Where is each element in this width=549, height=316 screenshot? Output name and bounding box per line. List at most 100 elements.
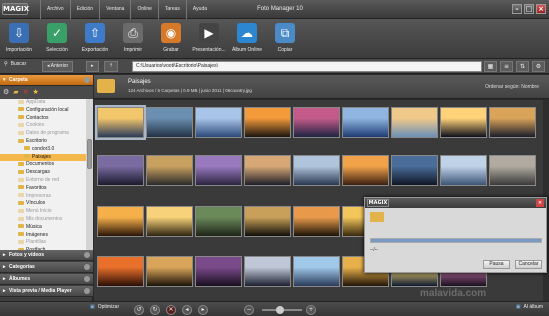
tree-item[interactable]: Datos de programa [0, 130, 86, 138]
rotate-left-icon[interactable]: ↺ [134, 305, 144, 315]
forward-button[interactable]: ▸ [86, 61, 99, 72]
photo-thumbnail[interactable] [146, 256, 193, 287]
tree-scrollbar[interactable] [86, 99, 93, 250]
path-field[interactable]: C:\Usuarios\vooti\Escritorio\Paisajes\ [132, 61, 482, 72]
pin-icon[interactable] [84, 252, 90, 258]
settings-icon[interactable]: ⚙ [532, 61, 545, 72]
tree-scroll-thumb[interactable] [87, 139, 92, 169]
rotate-right-icon[interactable]: ↻ [150, 305, 160, 315]
zoom-in-icon[interactable]: + [306, 305, 316, 315]
photo-thumbnail[interactable] [244, 256, 291, 287]
zoom-slider-knob[interactable] [276, 306, 284, 314]
menu-archivo[interactable]: Archivo [40, 0, 70, 19]
tree-item[interactable]: Favoritos [0, 185, 86, 193]
tree-item[interactable]: Mis documentos [0, 216, 86, 224]
photo-thumbnail[interactable] [244, 155, 291, 186]
pin-icon[interactable] [84, 276, 90, 282]
photo-thumbnail[interactable] [489, 155, 536, 186]
cancel-button[interactable]: Cancelar [515, 260, 542, 269]
close-button[interactable]: × [536, 4, 546, 14]
dialog-close-button[interactable]: × [536, 199, 544, 207]
toolbar-selection-button[interactable]: ✓ Selección [40, 19, 74, 59]
tree-item[interactable]: Imágenes [0, 232, 86, 240]
toolbar-slideshow-button[interactable]: ▶ Presentación... [192, 19, 226, 59]
maximize-button[interactable]: □ [524, 4, 534, 14]
tree-item[interactable]: AppData [0, 99, 86, 107]
photo-thumbnail[interactable] [146, 206, 193, 237]
tree-item[interactable]: Paisajes [0, 153, 86, 162]
photo-thumbnail[interactable] [342, 107, 389, 138]
photo-thumbnail[interactable] [146, 107, 193, 138]
search-label[interactable]: Buscar [11, 61, 27, 67]
photo-thumbnail[interactable] [195, 206, 242, 237]
tree-item[interactable]: Entorno de red [0, 177, 86, 185]
toolbar-export-button[interactable]: ⇧ Exportación [78, 19, 112, 59]
tree-item[interactable]: Escritorio [0, 138, 86, 146]
toolbar-online-album-button[interactable]: ☁ Álbum Online [230, 19, 264, 59]
photo-thumbnail[interactable] [391, 155, 438, 186]
panel-preview-header[interactable]: ▸ Vista previa / Media Player [0, 286, 93, 297]
pause-button[interactable]: Pausa [483, 260, 510, 269]
minimize-button[interactable]: – [512, 4, 522, 14]
menu-ventana[interactable]: Ventana [99, 0, 130, 19]
photo-thumbnail[interactable] [342, 155, 389, 186]
tree-item[interactable]: Impresoras [0, 193, 86, 201]
tree-item[interactable]: Contactos [0, 115, 86, 123]
add-to-album[interactable]: ▣ Al álbum [516, 304, 543, 310]
magix-logo[interactable]: MAGIX [2, 3, 29, 15]
photo-thumbnail[interactable] [293, 107, 340, 138]
photo-thumbnail[interactable] [97, 206, 144, 237]
pin-icon[interactable] [84, 288, 90, 294]
tree-item[interactable]: Cookies [0, 122, 86, 130]
photo-thumbnail[interactable] [244, 206, 291, 237]
photo-thumbnail[interactable] [97, 155, 144, 186]
panel-categorias-header[interactable]: ▸ Categorías [0, 262, 93, 273]
photo-thumbnail[interactable] [293, 155, 340, 186]
toolbar-copy-button[interactable]: ⧉ Copiar [268, 19, 302, 59]
back-button[interactable]: ◂ Anterior [42, 61, 74, 72]
pin-icon[interactable] [84, 264, 90, 270]
photo-thumbnail[interactable] [195, 256, 242, 287]
toolbar-disc-burn-button[interactable]: ◉ Grabar [154, 19, 188, 59]
photo-thumbnail[interactable] [97, 256, 144, 287]
toolbar-printer-button[interactable]: ⎙ Imprimir [116, 19, 150, 59]
photo-thumbnail[interactable] [440, 107, 487, 138]
tree-item[interactable]: Configuración local [0, 107, 86, 115]
photo-thumbnail[interactable] [95, 105, 146, 140]
zoom-slider[interactable] [262, 306, 302, 314]
tree-item[interactable]: Documentos [0, 161, 86, 169]
photo-thumbnail[interactable] [391, 107, 438, 138]
panel-albumes-header[interactable]: ▸ Álbumes [0, 274, 93, 285]
tree-item[interactable]: Descargas [0, 169, 86, 177]
search-icon[interactable]: ⚲ [4, 61, 8, 67]
photo-thumbnail[interactable] [440, 155, 487, 186]
photo-thumbnail[interactable] [195, 107, 242, 138]
toolbar-import-button[interactable]: ⇩ Importación [2, 19, 36, 59]
tree-item[interactable]: Vínculos [0, 200, 86, 208]
panel-fotos-videos-header[interactable]: ▸ Fotos y vídeos [0, 250, 93, 261]
menu-tareas[interactable]: Tareas [157, 0, 186, 19]
view-mode-icon[interactable]: ▦ [484, 61, 497, 72]
menu-edicion[interactable]: Edición [69, 0, 99, 19]
favorite-star-icon[interactable]: ★ [33, 88, 39, 97]
delete-icon[interactable]: ✕ [23, 88, 29, 97]
folder-up-button[interactable]: ⇡ [104, 61, 119, 72]
zoom-out-icon[interactable]: − [244, 305, 254, 315]
tree-item[interactable]: Plantillas [0, 239, 86, 247]
sort-icon[interactable]: ⇅ [516, 61, 529, 72]
next-icon[interactable]: ▸ [198, 305, 208, 315]
tree-item[interactable]: Música [0, 224, 86, 232]
photo-thumbnail[interactable] [489, 107, 536, 138]
photo-thumbnail[interactable] [146, 155, 193, 186]
panel-folder-header[interactable]: ▾ Carpeta [0, 75, 93, 86]
tree-item[interactable]: condor3.0 [0, 146, 86, 154]
settings-gear-icon[interactable]: ⚙ [3, 88, 9, 97]
photo-thumbnail[interactable] [244, 107, 291, 138]
previous-icon[interactable]: ◂ [182, 305, 192, 315]
sort-selector[interactable]: Ordenar según: Nombre [485, 84, 539, 90]
pin-icon[interactable] [84, 77, 90, 83]
optimize-control[interactable]: ▣ Optimizar [90, 304, 119, 310]
tree-item[interactable]: Menú Inicio [0, 208, 86, 216]
new-folder-icon[interactable]: ▰ [13, 88, 18, 97]
menu-ayuda[interactable]: Ayuda [185, 0, 213, 19]
